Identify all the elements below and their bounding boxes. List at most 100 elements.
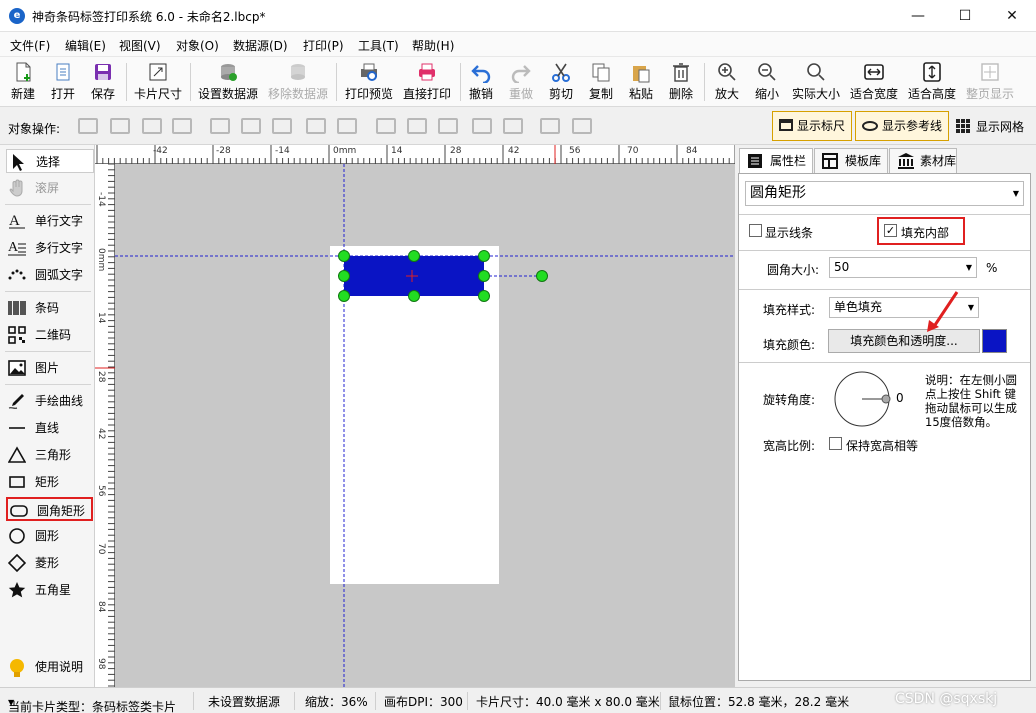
layer-down-icon[interactable] bbox=[172, 118, 192, 134]
tool-freehand[interactable]: 手绘曲线 bbox=[6, 389, 94, 413]
resize-handle[interactable] bbox=[478, 250, 490, 262]
same-height-icon[interactable] bbox=[503, 118, 523, 134]
resize-handle[interactable] bbox=[408, 250, 420, 262]
text-single-icon: A bbox=[9, 213, 25, 229]
tool-star[interactable]: 五角星 bbox=[6, 578, 94, 602]
full-page-button[interactable]: 整页显示 bbox=[964, 59, 1016, 105]
resize-handle[interactable] bbox=[408, 290, 420, 302]
bring-front-icon[interactable] bbox=[78, 118, 98, 134]
fit-height-button[interactable]: 适合高度 bbox=[906, 59, 958, 105]
tool-arc-text[interactable]: 圆弧文字 bbox=[6, 263, 94, 287]
align-bottom-icon[interactable] bbox=[438, 118, 458, 134]
resize-handle[interactable] bbox=[338, 290, 350, 302]
save-button[interactable]: 保存 bbox=[86, 59, 120, 105]
resize-handle[interactable] bbox=[478, 270, 490, 282]
keep-aspect-checkbox[interactable] bbox=[829, 437, 842, 450]
object-type-select[interactable]: 圆角矩形 ▼ bbox=[745, 181, 1024, 206]
align-center-icon[interactable] bbox=[241, 118, 261, 134]
keep-aspect-label: 保持宽高相等 bbox=[846, 439, 919, 453]
tool-ellipse[interactable]: 圆形 bbox=[6, 524, 94, 548]
corner-radius-handle[interactable] bbox=[536, 270, 548, 282]
align-left-icon[interactable] bbox=[210, 118, 230, 134]
redo-button[interactable]: 重做 bbox=[506, 59, 536, 105]
tool-image[interactable]: 图片 bbox=[6, 356, 94, 380]
menu-print[interactable]: 打印(P) bbox=[303, 37, 344, 54]
rotation-dial[interactable] bbox=[833, 370, 893, 430]
same-width-icon[interactable] bbox=[337, 118, 357, 134]
delete-button[interactable]: 删除 bbox=[666, 59, 696, 105]
cut-button[interactable]: 剪切 bbox=[546, 59, 576, 105]
send-back-icon[interactable] bbox=[110, 118, 130, 134]
zoom-in-button[interactable]: 放大 bbox=[710, 59, 744, 105]
close-button[interactable]: ✕ bbox=[989, 0, 1035, 32]
divider bbox=[739, 214, 1030, 215]
resize-handle[interactable] bbox=[338, 270, 350, 282]
tool-barcode[interactable]: 条码 bbox=[6, 296, 94, 320]
align-middle-icon[interactable] bbox=[407, 118, 427, 134]
tool-select[interactable]: 选择 bbox=[6, 149, 94, 173]
paste-button[interactable]: 粘贴 bbox=[626, 59, 656, 105]
direct-print-button[interactable]: 直接打印 bbox=[400, 59, 454, 105]
minimize-button[interactable]: — bbox=[895, 0, 941, 32]
zoom-in-icon bbox=[718, 63, 736, 81]
group-icon[interactable] bbox=[540, 118, 560, 134]
design-canvas[interactable] bbox=[115, 164, 735, 687]
menu-datasource[interactable]: 数据源(D) bbox=[233, 37, 288, 54]
tool-qrcode[interactable]: 二维码 bbox=[6, 323, 94, 347]
tool-rectangle[interactable]: 矩形 bbox=[6, 470, 94, 494]
menu-object[interactable]: 对象(O) bbox=[176, 37, 219, 54]
maximize-button[interactable]: ☐ bbox=[942, 0, 988, 32]
watermark: CSDN @sqxskj bbox=[895, 691, 998, 707]
print-preview-button[interactable]: 打印预览 bbox=[342, 59, 396, 105]
menu-edit[interactable]: 编辑(E) bbox=[65, 37, 106, 54]
database-remove-icon bbox=[291, 64, 305, 80]
tab-materials[interactable]: 素材库 bbox=[889, 148, 957, 174]
undo-button[interactable]: 撤销 bbox=[466, 59, 496, 105]
corner-size-select[interactable]: 50 ▼ bbox=[829, 257, 977, 278]
help-link[interactable]: 使用说明 bbox=[6, 655, 94, 679]
new-file-icon bbox=[16, 62, 31, 82]
show-grid-toggle[interactable]: 显示网格 bbox=[956, 118, 1024, 135]
tool-diamond[interactable]: 菱形 bbox=[6, 551, 94, 575]
fill-inside-checkbox[interactable]: ✓ bbox=[884, 224, 897, 237]
actual-size-button[interactable]: 实际大小 bbox=[790, 59, 842, 105]
menu-file[interactable]: 文件(F) bbox=[10, 37, 50, 54]
toolbar-separator bbox=[704, 63, 705, 101]
show-border-label: 显示线条 bbox=[765, 226, 814, 240]
distribute-v-icon[interactable] bbox=[472, 118, 492, 134]
menu-tools[interactable]: 工具(T) bbox=[358, 37, 399, 54]
fill-color-swatch[interactable] bbox=[982, 329, 1007, 353]
menu-view[interactable]: 视图(V) bbox=[119, 37, 161, 54]
zoom-out-button[interactable]: 缩小 bbox=[750, 59, 784, 105]
tab-templates[interactable]: 模板库 bbox=[814, 148, 888, 174]
align-right-icon[interactable] bbox=[272, 118, 292, 134]
tab-properties[interactable]: 属性栏 bbox=[739, 148, 813, 174]
show-ruler-toggle[interactable]: 显示标尺 bbox=[772, 111, 852, 141]
card-size-button[interactable]: 卡片尺寸 bbox=[132, 59, 184, 105]
menu-help[interactable]: 帮助(H) bbox=[412, 37, 454, 54]
show-guides-toggle[interactable]: 显示参考线 bbox=[855, 111, 949, 141]
new-button[interactable]: 新建 bbox=[6, 59, 40, 105]
tool-panel: 选择 滚屏 A 单行文字 A 多行文字 圆弧文字 条码 二维码 图片 手绘曲线 直线… bbox=[0, 145, 95, 687]
show-border-checkbox[interactable] bbox=[749, 224, 762, 237]
tool-separator bbox=[5, 204, 91, 205]
open-button[interactable]: 打开 bbox=[46, 59, 80, 105]
fit-width-button[interactable]: 适合宽度 bbox=[848, 59, 900, 105]
ruler-label: 84 bbox=[96, 601, 106, 613]
distribute-h-icon[interactable] bbox=[306, 118, 326, 134]
tool-triangle[interactable]: 三角形 bbox=[6, 443, 94, 467]
align-top-icon[interactable] bbox=[376, 118, 396, 134]
tool-line[interactable]: 直线 bbox=[6, 416, 94, 440]
divider bbox=[739, 289, 1030, 290]
copy-button[interactable]: 复制 bbox=[586, 59, 616, 105]
set-datasource-button[interactable]: 设置数据源 bbox=[196, 59, 260, 105]
tool-scroll[interactable]: 滚屏 bbox=[6, 176, 94, 200]
ungroup-icon[interactable] bbox=[572, 118, 592, 134]
resize-handle[interactable] bbox=[338, 250, 350, 262]
remove-datasource-button[interactable]: 移除数据源 bbox=[266, 59, 330, 105]
tool-multi-text[interactable]: A 多行文字 bbox=[6, 236, 94, 260]
layer-up-icon[interactable] bbox=[142, 118, 162, 134]
tool-round-rect[interactable]: 圆角矩形 bbox=[6, 497, 93, 521]
tool-single-text[interactable]: A 单行文字 bbox=[6, 209, 94, 233]
resize-handle[interactable] bbox=[478, 290, 490, 302]
